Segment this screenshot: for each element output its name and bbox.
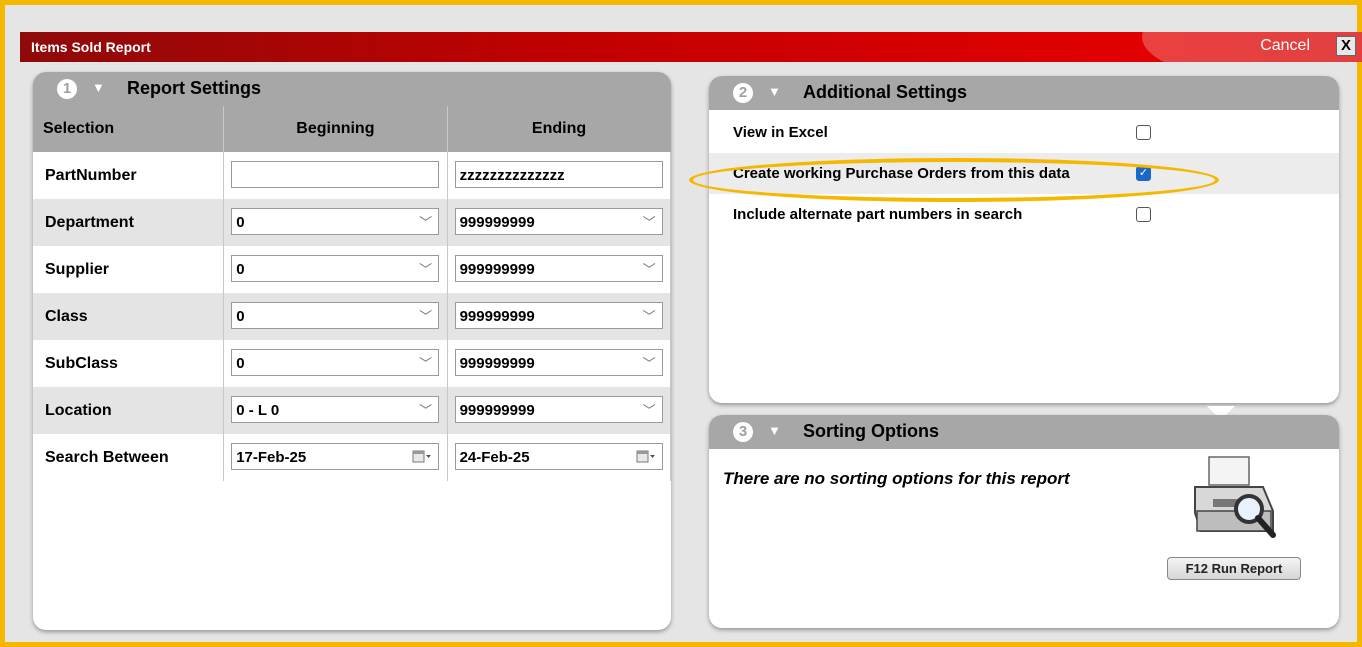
chevron-down-icon: ﹀	[419, 215, 433, 230]
highlight-ellipse	[689, 158, 1219, 202]
row-label: PartNumber	[33, 152, 225, 199]
chevron-down-icon: ﹀	[642, 309, 656, 324]
select-value: 999999999	[459, 214, 535, 231]
title-bar-swoosh	[1142, 32, 1362, 62]
printer-icon[interactable]	[1187, 453, 1287, 548]
select-value: 0	[236, 214, 245, 231]
table-row: PartNumber zzzzzzzzzzzzzz	[33, 152, 672, 199]
column-header-ending: Ending	[447, 106, 671, 152]
include-alternate-label: Include alternate part numbers in search	[733, 206, 1023, 223]
supplier-begin-select[interactable]: 0 ﹀	[231, 255, 440, 282]
location-begin-select[interactable]: 0 - L 0 ﹀	[231, 396, 440, 423]
partnumber-end-input[interactable]: zzzzzzzzzzzzzz	[454, 161, 663, 188]
row-label: Supplier	[33, 246, 225, 293]
panel-title: Report Settings	[127, 78, 262, 98]
sorting-options-header[interactable]: 3 ▼ Sorting Options	[709, 415, 1339, 449]
report-settings-header[interactable]: 1 ▼ Report Settings	[33, 72, 671, 106]
select-value: 999999999	[459, 402, 535, 419]
table-row: Search Between 17-Feb-25 24-Feb-25	[33, 434, 672, 481]
search-end-date-picker[interactable]: 24-Feb-25	[454, 443, 663, 470]
row-label: SubClass	[33, 340, 225, 387]
report-settings-panel: 1 ▼ Report Settings Selection Beginning …	[33, 72, 672, 630]
supplier-end-select[interactable]: 999999999 ﹀	[454, 255, 663, 282]
window-title: Items Sold Report	[31, 39, 151, 55]
row-label: Class	[33, 293, 225, 340]
collapse-triangle-icon[interactable]: ▼	[768, 423, 781, 438]
chevron-down-icon: ﹀	[419, 356, 433, 371]
subclass-begin-select[interactable]: 0 ﹀	[231, 349, 440, 376]
collapse-triangle-icon[interactable]: ▼	[768, 84, 781, 99]
select-value: 0	[236, 261, 245, 278]
row-label: Location	[33, 387, 225, 434]
class-end-select[interactable]: 999999999 ﹀	[454, 302, 663, 329]
additional-settings-panel: 2 ▼ Additional Settings View in Excel Cr…	[709, 76, 1339, 403]
select-value: 999999999	[459, 261, 535, 278]
select-value: 0 - L 0	[236, 402, 280, 419]
table-header-row: Selection Beginning Ending	[33, 106, 671, 152]
select-value: 0	[236, 308, 245, 325]
row-label: Search Between	[33, 434, 225, 481]
option-row: View in Excel	[709, 112, 1339, 153]
panel-title: Sorting Options	[803, 421, 939, 441]
step-number-badge: 3	[733, 422, 753, 442]
select-value: 999999999	[459, 308, 535, 325]
additional-settings-header[interactable]: 2 ▼ Additional Settings	[709, 76, 1339, 110]
sorting-options-panel: 3 ▼ Sorting Options There are no sorting…	[709, 415, 1339, 628]
table-row: Location 0 - L 0 ﹀ 999999999 ﹀	[33, 387, 672, 434]
run-report-button[interactable]: F12 Run Report	[1167, 557, 1301, 580]
table-row: Class 0 ﹀ 999999999 ﹀	[33, 293, 672, 340]
chevron-down-icon: ﹀	[642, 215, 656, 230]
table-row: SubClass 0 ﹀ 999999999 ﹀	[33, 340, 672, 387]
select-value: 0	[236, 355, 245, 372]
no-sorting-message: There are no sorting options for this re…	[723, 469, 1070, 488]
chevron-down-icon: ﹀	[419, 262, 433, 277]
cancel-button[interactable]: Cancel	[1260, 37, 1310, 55]
department-begin-select[interactable]: 0 ﹀	[231, 208, 440, 235]
row-label: Department	[33, 199, 225, 246]
search-begin-date-picker[interactable]: 17-Feb-25	[231, 443, 440, 470]
class-begin-select[interactable]: 0 ﹀	[231, 302, 440, 329]
column-header-selection: Selection	[33, 106, 225, 152]
report-window: Items Sold Report Cancel X 1 ▼ Report Se…	[0, 0, 1362, 647]
table-row: Department 0 ﹀ 999999999 ﹀	[33, 199, 672, 246]
chevron-down-icon: ﹀	[642, 403, 656, 418]
view-in-excel-checkbox[interactable]	[1136, 125, 1151, 140]
select-value: 999999999	[459, 355, 535, 372]
location-end-select[interactable]: 999999999 ﹀	[454, 396, 663, 423]
close-button[interactable]: X	[1336, 36, 1356, 56]
subclass-end-select[interactable]: 999999999 ﹀	[454, 349, 663, 376]
panel-title: Additional Settings	[803, 82, 967, 102]
table-row: Supplier 0 ﹀ 999999999 ﹀	[33, 246, 672, 293]
include-alternate-checkbox[interactable]	[1136, 207, 1151, 222]
report-settings-table: Selection Beginning Ending PartNumber zz…	[33, 106, 672, 481]
collapse-triangle-icon[interactable]: ▼	[92, 80, 105, 95]
column-header-beginning: Beginning	[223, 106, 448, 152]
title-bar: Items Sold Report Cancel X	[20, 32, 1362, 62]
chevron-down-icon: ﹀	[642, 262, 656, 277]
view-in-excel-label: View in Excel	[733, 124, 828, 141]
chevron-down-icon: ﹀	[419, 309, 433, 324]
department-end-select[interactable]: 999999999 ﹀	[454, 208, 663, 235]
partnumber-begin-input[interactable]	[231, 161, 440, 188]
calendar-icon[interactable]	[412, 449, 432, 463]
step-number-badge: 1	[57, 79, 77, 99]
chevron-down-icon: ﹀	[642, 356, 656, 371]
chevron-down-icon: ﹀	[419, 403, 433, 418]
date-value: 24-Feb-25	[459, 449, 530, 466]
calendar-icon[interactable]	[636, 449, 656, 463]
date-value: 17-Feb-25	[236, 449, 307, 466]
step-number-badge: 2	[733, 83, 753, 103]
